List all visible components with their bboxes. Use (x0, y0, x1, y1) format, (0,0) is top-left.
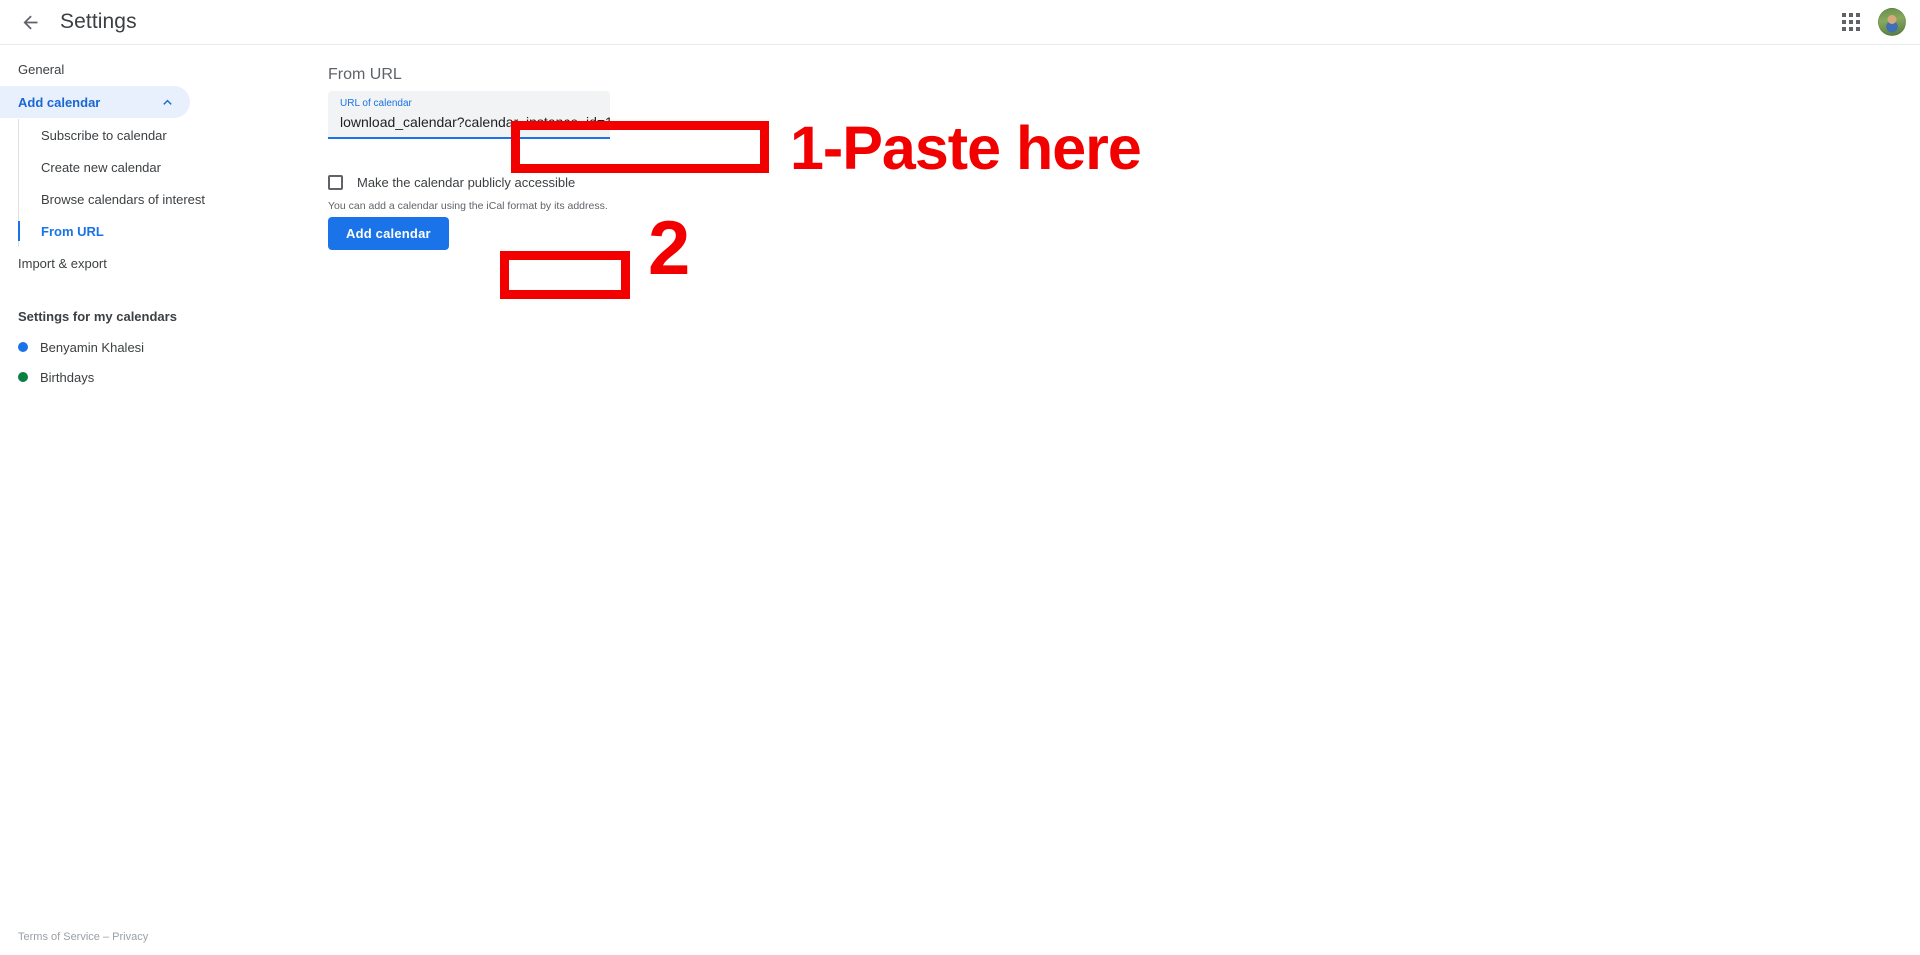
url-input-value: lownload_calendar?calendar_instance_id=1… (340, 112, 610, 132)
calendar-item-benyamin-khalesi[interactable]: Benyamin Khalesi (0, 332, 256, 362)
ical-helper-text: You can add a calendar using the iCal fo… (328, 200, 608, 212)
add-calendar-subnav: Subscribe to calendar Create new calenda… (18, 119, 256, 247)
sidebar-item-general[interactable]: General (0, 53, 256, 85)
sidebar-subitem-label: Create new calendar (41, 159, 161, 175)
annotation-step-one-text: 1-Paste here (790, 114, 1142, 182)
settings-sidebar: General Add calendar Subscribe to calend… (0, 45, 256, 955)
avatar[interactable] (1878, 8, 1906, 36)
public-access-checkbox[interactable] (328, 175, 343, 190)
apps-grid-dots (1842, 13, 1860, 31)
annotation-box-add-button (500, 251, 630, 299)
section-heading: From URL (328, 66, 402, 83)
apps-grid-icon[interactable] (1834, 5, 1868, 39)
sidebar-item-label: Import & export (18, 255, 107, 271)
public-access-checkbox-label: Make the calendar publicly accessible (357, 175, 576, 190)
url-input-text: lownload_calendar?calendar_instance_id=1… (340, 114, 610, 130)
sidebar-item-add-calendar[interactable]: Add calendar (0, 86, 190, 118)
sidebar-item-import-export[interactable]: Import & export (0, 247, 256, 279)
sidebar-subitem-label: Browse calendars of interest (41, 191, 206, 207)
arrow-back-icon (23, 15, 37, 29)
chevron-up-icon (159, 94, 176, 111)
sidebar-subitem-label: From URL (41, 223, 104, 239)
calendar-item-label: Benyamin Khalesi (40, 339, 145, 355)
sidebar-item-label: General (18, 61, 65, 77)
page-title: Settings (60, 10, 137, 33)
sidebar-subitem-label: Subscribe to calendar (41, 127, 167, 143)
calendar-color-dot (18, 342, 28, 352)
add-calendar-button[interactable]: Add calendar (328, 217, 449, 250)
sidebar-item-subscribe-to-calendar[interactable]: Subscribe to calendar (19, 119, 256, 151)
sidebar-item-create-new-calendar[interactable]: Create new calendar (19, 151, 256, 183)
public-access-checkbox-row[interactable]: Make the calendar publicly accessible (328, 175, 575, 190)
sidebar-item-browse-calendars-of-interest[interactable]: Browse calendars of interest (19, 183, 256, 215)
app-header: Settings (0, 0, 1920, 45)
privacy-link[interactable]: Privacy (112, 931, 148, 943)
footer-links: Terms of Service – Privacy (18, 931, 148, 943)
annotation-step-two-text: 2 (648, 206, 691, 291)
back-button[interactable] (8, 0, 52, 44)
url-input[interactable]: URL of calendar lownload_calendar?calend… (328, 91, 610, 139)
url-input-label: URL of calendar (340, 98, 412, 109)
header-actions (1834, 5, 1920, 39)
calendar-color-dot (18, 372, 28, 382)
calendar-item-birthdays[interactable]: Birthdays (0, 362, 256, 392)
footer-separator: – (99, 931, 113, 943)
url-field-wrapper: URL of calendar lownload_calendar?calend… (328, 91, 610, 139)
my-calendars-heading: Settings for my calendars (18, 309, 177, 324)
main-content: From URL URL of calendar lownload_calend… (256, 45, 1920, 955)
calendar-item-label: Birthdays (40, 369, 95, 385)
terms-of-service-link[interactable]: Terms of Service (18, 931, 100, 943)
sidebar-item-label: Add calendar (18, 94, 101, 110)
sidebar-item-from-url[interactable]: From URL (18, 215, 256, 247)
